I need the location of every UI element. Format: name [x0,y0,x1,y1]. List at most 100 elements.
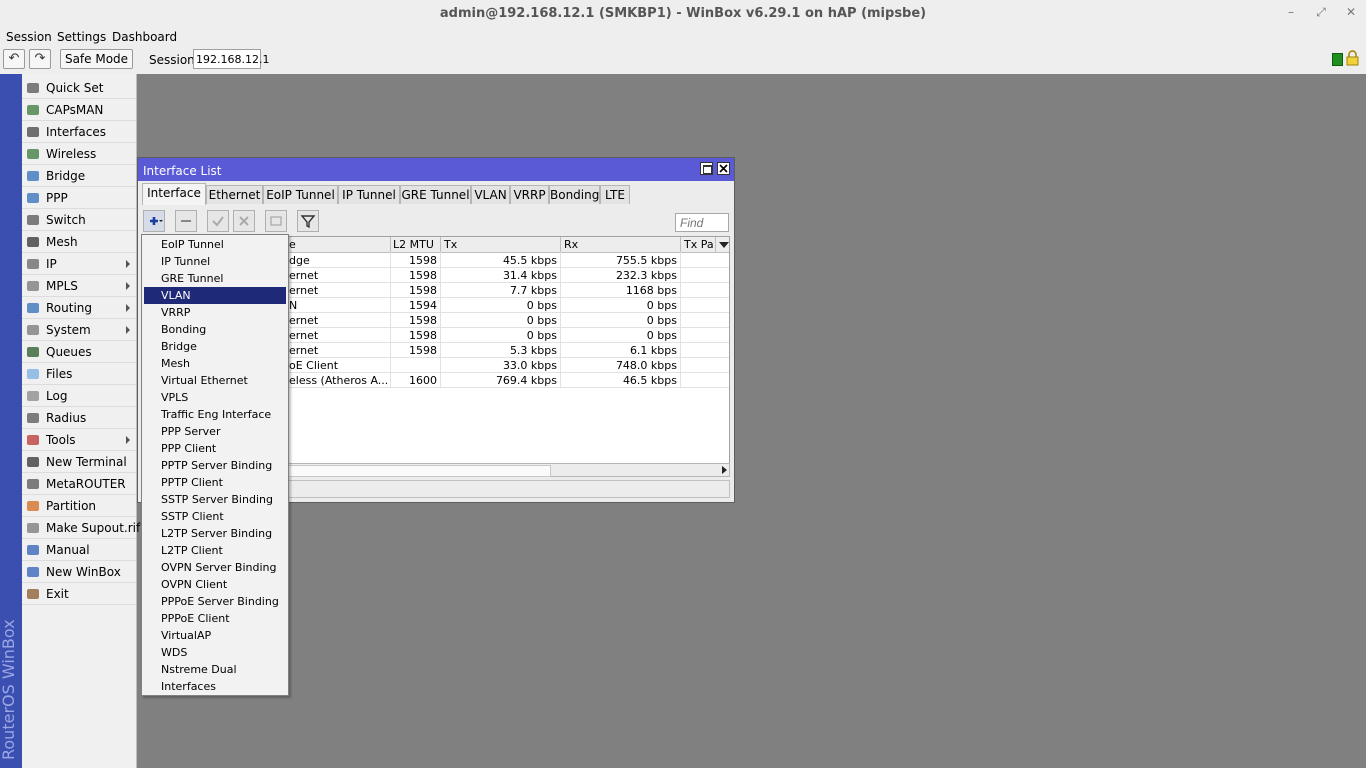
menu-settings[interactable]: Settings [57,30,106,44]
menu-item-virtual-ethernet[interactable]: Virtual Ethernet [144,372,286,389]
sidebar-item-quick-set[interactable]: Quick Set [22,77,136,99]
maximize-icon[interactable]: ⤢ [1313,5,1329,20]
session-input[interactable]: 192.168.12.1 [193,49,269,69]
sidebar-item-new-terminal[interactable]: New Terminal [22,451,136,473]
tab-interface[interactable]: Interface [142,183,206,205]
sidebar-item-files[interactable]: Files [22,363,136,385]
metarouter-icon [26,477,40,491]
sidebar-item-queues[interactable]: Queues [22,341,136,363]
redo-button[interactable]: ↷ [29,49,51,69]
menu-item-pptp-client[interactable]: PPTP Client [144,474,286,491]
menu-item-sstp-server-binding[interactable]: SSTP Server Binding [144,491,286,508]
cell-type: ernet [289,284,319,297]
menu-item-ip-tunnel[interactable]: IP Tunnel [144,253,286,270]
safe-mode-button[interactable]: Safe Mode [60,49,133,69]
cell-l2mtu: 1598 [409,284,437,297]
add-interface-menu: EoIP Tunnel IP Tunnel GRE Tunnel VLAN VRRP Bo… [141,234,289,696]
sidebar-item-ip[interactable]: IP [22,253,136,275]
sidebar-item-metarouter[interactable]: MetaROUTER [22,473,136,495]
tab-bonding[interactable]: Bonding [549,185,600,204]
menu-dashboard[interactable]: Dashboard [112,30,177,44]
remove-button[interactable] [175,210,197,232]
menu-item-gre-tunnel[interactable]: GRE Tunnel [144,270,286,287]
menu-item-traffic-eng-interface[interactable]: Traffic Eng Interface [144,406,286,423]
menu-item-nstreme-dual[interactable]: Nstreme Dual [144,661,286,678]
menu-item-pptp-server-binding[interactable]: PPTP Server Binding [144,457,286,474]
comment-button[interactable] [265,210,287,232]
undo-button[interactable]: ↶ [3,49,25,69]
tab-ethernet[interactable]: Ethernet [206,185,263,204]
column-menu-button[interactable] [715,237,729,252]
add-button[interactable] [143,210,165,232]
sidebar-item-bridge[interactable]: Bridge [22,165,136,187]
menu-item-wds[interactable]: WDS [144,644,286,661]
sidebar-item-mpls[interactable]: MPLS [22,275,136,297]
sidebar-item-new-winbox[interactable]: New WinBox [22,561,136,583]
sidebar-item-log[interactable]: Log [22,385,136,407]
filter-button[interactable] [297,210,319,232]
window-close-icon[interactable] [717,162,730,175]
window-titlebar[interactable]: Interface List [138,158,734,181]
menu-item-sstp-client[interactable]: SSTP Client [144,508,286,525]
sidebar-item-partition[interactable]: Partition [22,495,136,517]
sidebar-item-capsman[interactable]: CAPsMAN [22,99,136,121]
menu-item-vrrp[interactable]: VRRP [144,304,286,321]
menu-item-eoip-tunnel[interactable]: EoIP Tunnel [144,236,286,253]
sidebar-item-ppp[interactable]: PPP [22,187,136,209]
redo-icon: ↷ [34,51,46,66]
menu-item-ovpn-client[interactable]: OVPN Client [144,576,286,593]
tab-vrrp[interactable]: VRRP [510,185,549,204]
sidebar-item-exit[interactable]: Exit [22,583,136,605]
find-input[interactable] [675,213,729,232]
menu-item-bridge[interactable]: Bridge [144,338,286,355]
sidebar-item-mesh[interactable]: Mesh [22,231,136,253]
menu-item-vpls[interactable]: VPLS [144,389,286,406]
window-maximize-icon[interactable] [700,162,713,175]
menu-item-pppoe-server-binding[interactable]: PPPoE Server Binding [144,593,286,610]
menu-item-l2tp-server-binding[interactable]: L2TP Server Binding [144,525,286,542]
menu-item-interfaces[interactable]: Interfaces [144,678,286,695]
sidebar-item-label: Quick Set [46,81,104,95]
tab-vlan[interactable]: VLAN [471,185,510,204]
scroll-right-icon[interactable] [722,466,727,474]
col-type[interactable]: e [289,238,296,251]
menu-item-ppp-server[interactable]: PPP Server [144,423,286,440]
sidebar-item-tools[interactable]: Tools [22,429,136,451]
sidebar-item-switch[interactable]: Switch [22,209,136,231]
menu-item-ovpn-server-binding[interactable]: OVPN Server Binding [144,559,286,576]
col-tx-packets[interactable]: Tx Pac [684,238,714,251]
col-rx[interactable]: Rx [564,238,578,251]
col-tx[interactable]: Tx [444,238,457,251]
disable-button[interactable] [233,210,255,232]
sidebar-item-system[interactable]: System [22,319,136,341]
menu-item-pppoe-client[interactable]: PPPoE Client [144,610,286,627]
sidebar-item-routing[interactable]: Routing [22,297,136,319]
tab-lte[interactable]: LTE [600,185,630,204]
menu-item-vlan[interactable]: VLAN [144,287,286,304]
wand-icon [26,81,40,95]
sidebar-item-make-supout-rif[interactable]: Make Supout.rif [22,517,140,539]
enable-button[interactable] [207,210,229,232]
tab-eoip-tunnel[interactable]: EoIP Tunnel [263,185,338,204]
menu-item-ppp-client[interactable]: PPP Client [144,440,286,457]
sidebar-item-interfaces[interactable]: Interfaces [22,121,136,143]
minimize-icon[interactable]: – [1283,5,1299,19]
exit-icon [26,587,40,601]
sidebar-item-manual[interactable]: Manual [22,539,136,561]
menu-item-mesh[interactable]: Mesh [144,355,286,372]
col-l2mtu[interactable]: L2 MTU [393,238,434,251]
chevron-right-icon [126,304,130,312]
sidebar-item-radius[interactable]: Radius [22,407,136,429]
tab-gre-tunnel[interactable]: GRE Tunnel [400,185,471,204]
close-icon[interactable]: ✕ [1343,5,1359,19]
tab-ip-tunnel[interactable]: IP Tunnel [338,185,400,204]
sidebar-item-label: Log [46,389,68,403]
menu-item-l2tp-client[interactable]: L2TP Client [144,542,286,559]
menu-session[interactable]: Session [6,30,52,44]
sidebar-item-label: Manual [46,543,90,557]
sidebar-item-wireless[interactable]: Wireless [22,143,136,165]
cell-tx: 31.4 kbps [502,269,557,282]
menu-item-virtualap[interactable]: VirtualAP [144,627,286,644]
chevron-right-icon [126,326,130,334]
menu-item-bonding[interactable]: Bonding [144,321,286,338]
